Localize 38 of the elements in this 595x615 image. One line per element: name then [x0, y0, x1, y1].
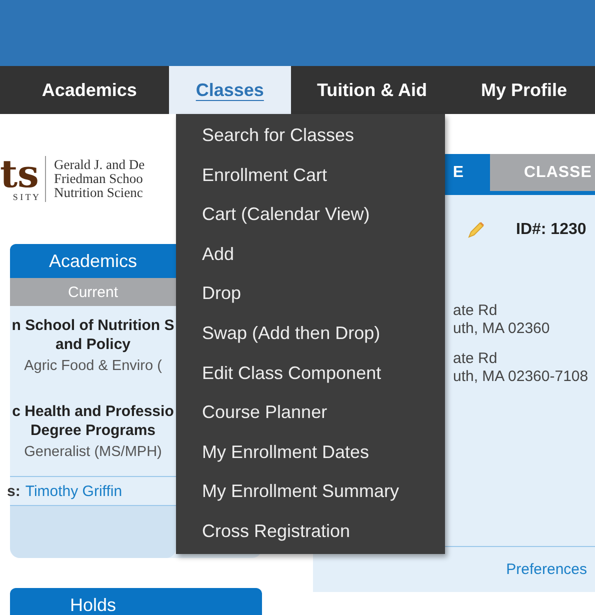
address-line: ate Rd — [453, 350, 498, 368]
nav-tab[interactable]: Classes — [168, 66, 291, 114]
menu-item[interactable]: Edit Class Component — [176, 354, 445, 394]
logo-mark: ts — [0, 156, 39, 192]
menu-item[interactable]: Cross Registration — [176, 512, 445, 552]
advisor-label: s: — [7, 482, 20, 500]
logo-subtext: S I T Y — [12, 192, 39, 202]
menu-item[interactable]: Swap (Add then Drop) — [176, 314, 445, 354]
menu-item[interactable]: Enrollment Cart — [176, 156, 445, 196]
nav-tab[interactable]: Tuition & Aid — [291, 66, 453, 114]
advisor-link[interactable]: Timothy Griffin — [25, 482, 122, 500]
menu-item[interactable]: Cart (Calendar View) — [176, 195, 445, 235]
logo-text: Nutrition Scienc — [54, 186, 144, 200]
nav-tab[interactable]: Academics — [10, 66, 169, 114]
plan-name: Agric Food & Enviro ( — [24, 358, 162, 374]
menu-item[interactable]: Add — [176, 234, 445, 274]
school-name: c Health and Professio — [12, 402, 174, 421]
panel-subtitle: Current — [68, 284, 118, 300]
logo-text: Gerald J. and De — [54, 158, 145, 172]
menu-item[interactable]: Search for Classes — [176, 116, 445, 156]
menu-item[interactable]: My Enrollment Dates — [176, 432, 445, 472]
school-name: Degree Programs — [30, 421, 156, 440]
panel-title: Holds — [70, 594, 116, 615]
logo-text: Friedman Schoo — [54, 172, 144, 186]
school-name: n School of Nutrition S — [12, 316, 174, 335]
address-line: uth, MA 02360 — [453, 320, 551, 338]
pencil-icon[interactable] — [466, 220, 486, 240]
student-id: ID#: 1230 — [516, 221, 586, 239]
plan-name: Generalist (MS/MPH) — [24, 444, 162, 460]
menu-item[interactable]: Drop — [176, 274, 445, 314]
menu-item[interactable]: My Enrollment Summary — [176, 472, 445, 512]
menu-item[interactable]: Course Planner — [176, 393, 445, 433]
school-name: and Policy — [55, 335, 131, 354]
address-line: uth, MA 02360-7108 — [453, 368, 590, 386]
nav-tab[interactable]: My Profile — [452, 66, 595, 114]
panel-title: Academics — [48, 250, 138, 272]
preferences-link[interactable]: Preferences — [506, 561, 587, 578]
address-line: ate Rd — [453, 302, 498, 320]
